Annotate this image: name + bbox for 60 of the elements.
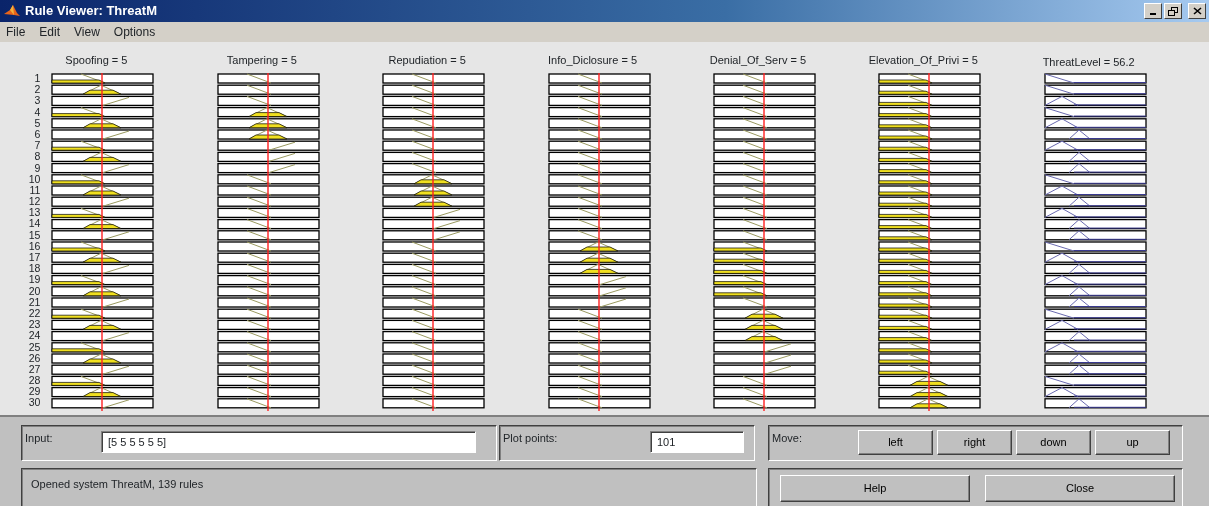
input-label: Input:	[25, 431, 53, 446]
minimize-button[interactable]	[1144, 3, 1162, 19]
row-number: 29	[28, 386, 41, 398]
input-field[interactable]: [5 5 5 5 5 5]	[101, 431, 476, 453]
row-number: 7	[34, 140, 41, 152]
row-number: 19	[28, 274, 41, 286]
row-number: 18	[28, 263, 41, 275]
plot-title: Elevation_Of_Privi = 5	[867, 53, 979, 69]
row-number: 13	[28, 207, 41, 219]
row-number: 6	[34, 128, 41, 141]
menu-item[interactable]: View	[74, 23, 100, 41]
close-button[interactable]	[1188, 3, 1206, 19]
row-number: 2	[34, 84, 41, 96]
row-number: 9	[34, 162, 41, 174]
plot-title: Denial_Of_Serv = 5	[708, 53, 808, 69]
row-number: 10	[28, 173, 41, 185]
menu-item[interactable]: File	[6, 23, 26, 41]
window-title: Rule Viewer: ThreatM	[25, 2, 157, 21]
row-number: 3	[34, 95, 41, 107]
move-button[interactable]: right	[937, 430, 1012, 455]
move-label: Move:	[772, 431, 802, 446]
status-message: Opened system ThreatM, 139 rules	[31, 477, 204, 492]
restore-icon	[1168, 6, 1178, 16]
restore-button[interactable]	[1164, 3, 1182, 19]
plot-points-label: Plot points:	[503, 431, 558, 446]
row-number: 23	[28, 319, 41, 331]
row-number: 1	[34, 73, 41, 85]
move-button[interactable]: down	[1016, 430, 1091, 455]
move-button[interactable]: left	[858, 430, 933, 455]
row-number: 17	[28, 252, 41, 264]
row-number: 11	[29, 184, 41, 197]
plot-points-field[interactable]: 101	[650, 431, 744, 453]
plot-title: Tampering = 5	[225, 53, 298, 69]
plot-title: ThreatLevel = 56.2	[1041, 55, 1136, 71]
row-number: 14	[28, 218, 41, 230]
row-number: 28	[28, 375, 41, 387]
menu-item[interactable]: Edit	[39, 23, 61, 41]
plot-title: Info_Diclosure = 5	[547, 53, 638, 69]
plot-title: Repudiation = 5	[387, 53, 467, 69]
row-number: 24	[28, 330, 41, 342]
row-number: 26	[28, 352, 41, 364]
menu-item[interactable]: Options	[113, 23, 156, 41]
dialog-button[interactable]: Help	[780, 475, 970, 502]
row-number: 5	[34, 117, 41, 129]
dialog-button[interactable]: Close	[985, 475, 1175, 502]
row-number: 21	[28, 296, 41, 308]
row-number: 12	[28, 196, 41, 208]
plot-title: Spoofing = 5	[64, 53, 129, 69]
row-number: 27	[28, 363, 41, 376]
row-number: 8	[34, 151, 41, 163]
row-number: 30	[28, 397, 41, 409]
row-number: 4	[34, 106, 41, 118]
close-icon	[1192, 7, 1202, 15]
row-number: 22	[28, 307, 41, 320]
row-number: 25	[28, 341, 41, 353]
app-logo-icon	[3, 4, 21, 18]
move-button[interactable]: up	[1095, 430, 1170, 455]
row-number: 20	[28, 285, 41, 297]
row-number: 16	[28, 240, 41, 252]
row-number: 15	[28, 229, 41, 241]
